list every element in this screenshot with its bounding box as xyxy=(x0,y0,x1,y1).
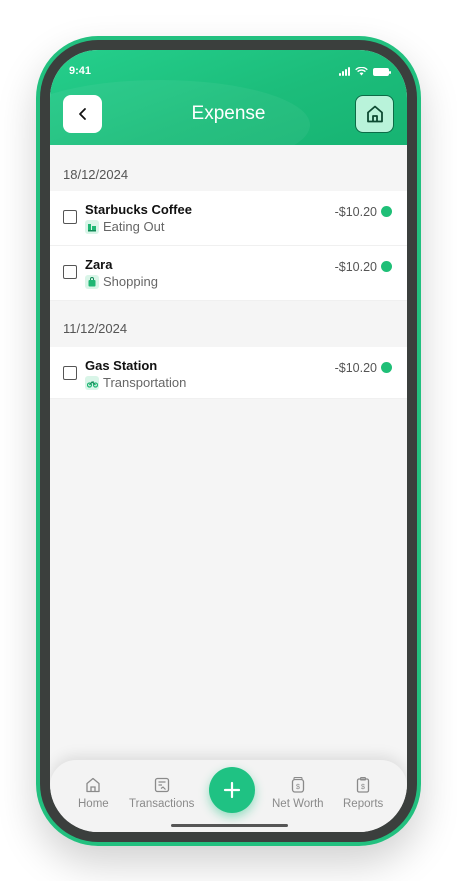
home-indicator xyxy=(171,824,288,827)
battery-icon xyxy=(373,67,391,76)
status-icons xyxy=(339,67,391,76)
add-transaction-button[interactable] xyxy=(209,767,255,813)
transaction-name: Zara xyxy=(85,257,113,272)
nav-home[interactable]: Home xyxy=(78,776,109,810)
transaction-category: Transportation xyxy=(85,375,186,390)
svg-text:$: $ xyxy=(296,784,300,791)
transaction-name: Starbucks Coffee xyxy=(85,202,192,217)
transaction-category: Eating Out xyxy=(85,219,164,234)
shopping-bag-icon xyxy=(85,274,99,289)
restaurant-icon xyxy=(85,219,99,234)
nav-net-worth[interactable]: $ Net Worth xyxy=(272,776,324,810)
row-checkbox[interactable] xyxy=(63,366,77,380)
bottom-nav: Home Transactions $ Net Worth $ Reports xyxy=(50,760,407,832)
transaction-row[interactable]: Gas Station Transportation -$10.20 xyxy=(50,347,407,399)
category-label: Eating Out xyxy=(103,219,165,234)
category-label: Transportation xyxy=(103,375,187,390)
transaction-name: Gas Station xyxy=(85,358,158,373)
group-date: 11/12/2024 xyxy=(50,301,407,347)
row-checkbox[interactable] xyxy=(63,265,77,279)
transaction-amount: -$10.20 xyxy=(334,260,377,274)
transactions-icon xyxy=(154,777,169,793)
nav-label: Reports xyxy=(343,798,384,810)
app-screen: 9:41 Expense 18/12/2024 Starbucks Coffee… xyxy=(50,50,407,832)
group-date: 18/12/2024 xyxy=(50,145,407,191)
home-button[interactable] xyxy=(355,95,394,133)
transaction-row[interactable]: Zara Shopping -$10.20 xyxy=(50,246,407,301)
home-icon xyxy=(366,105,383,123)
nav-label: Home xyxy=(78,798,109,810)
transaction-amount: -$10.20 xyxy=(334,205,377,219)
nav-label: Net Worth xyxy=(272,798,324,810)
nav-label: Transactions xyxy=(129,798,195,810)
category-label: Shopping xyxy=(103,274,158,289)
status-time: 9:41 xyxy=(69,65,92,77)
header: 9:41 Expense xyxy=(50,50,407,170)
transaction-category: Shopping xyxy=(85,274,158,289)
plus-icon xyxy=(223,781,241,799)
home-icon xyxy=(86,777,100,793)
nav-reports[interactable]: $ Reports xyxy=(343,776,383,810)
motorbike-icon xyxy=(85,375,99,390)
page-title: Expense xyxy=(191,103,266,124)
transaction-amount: -$10.20 xyxy=(334,361,377,375)
svg-text:$: $ xyxy=(361,784,365,791)
report-dollar-icon: $ xyxy=(356,776,370,793)
nav-transactions[interactable]: Transactions xyxy=(129,776,194,810)
wifi-icon xyxy=(355,67,368,76)
row-checkbox[interactable] xyxy=(63,210,77,224)
signal-icon xyxy=(339,67,350,76)
transaction-row[interactable]: Starbucks Coffee Eating Out -$10.20 xyxy=(50,191,407,246)
status-dot xyxy=(381,206,392,217)
jar-dollar-icon: $ xyxy=(291,776,304,793)
status-dot xyxy=(381,261,392,272)
status-dot xyxy=(381,362,392,373)
transaction-list: 18/12/2024 Starbucks Coffee Eating Out -… xyxy=(50,145,407,399)
